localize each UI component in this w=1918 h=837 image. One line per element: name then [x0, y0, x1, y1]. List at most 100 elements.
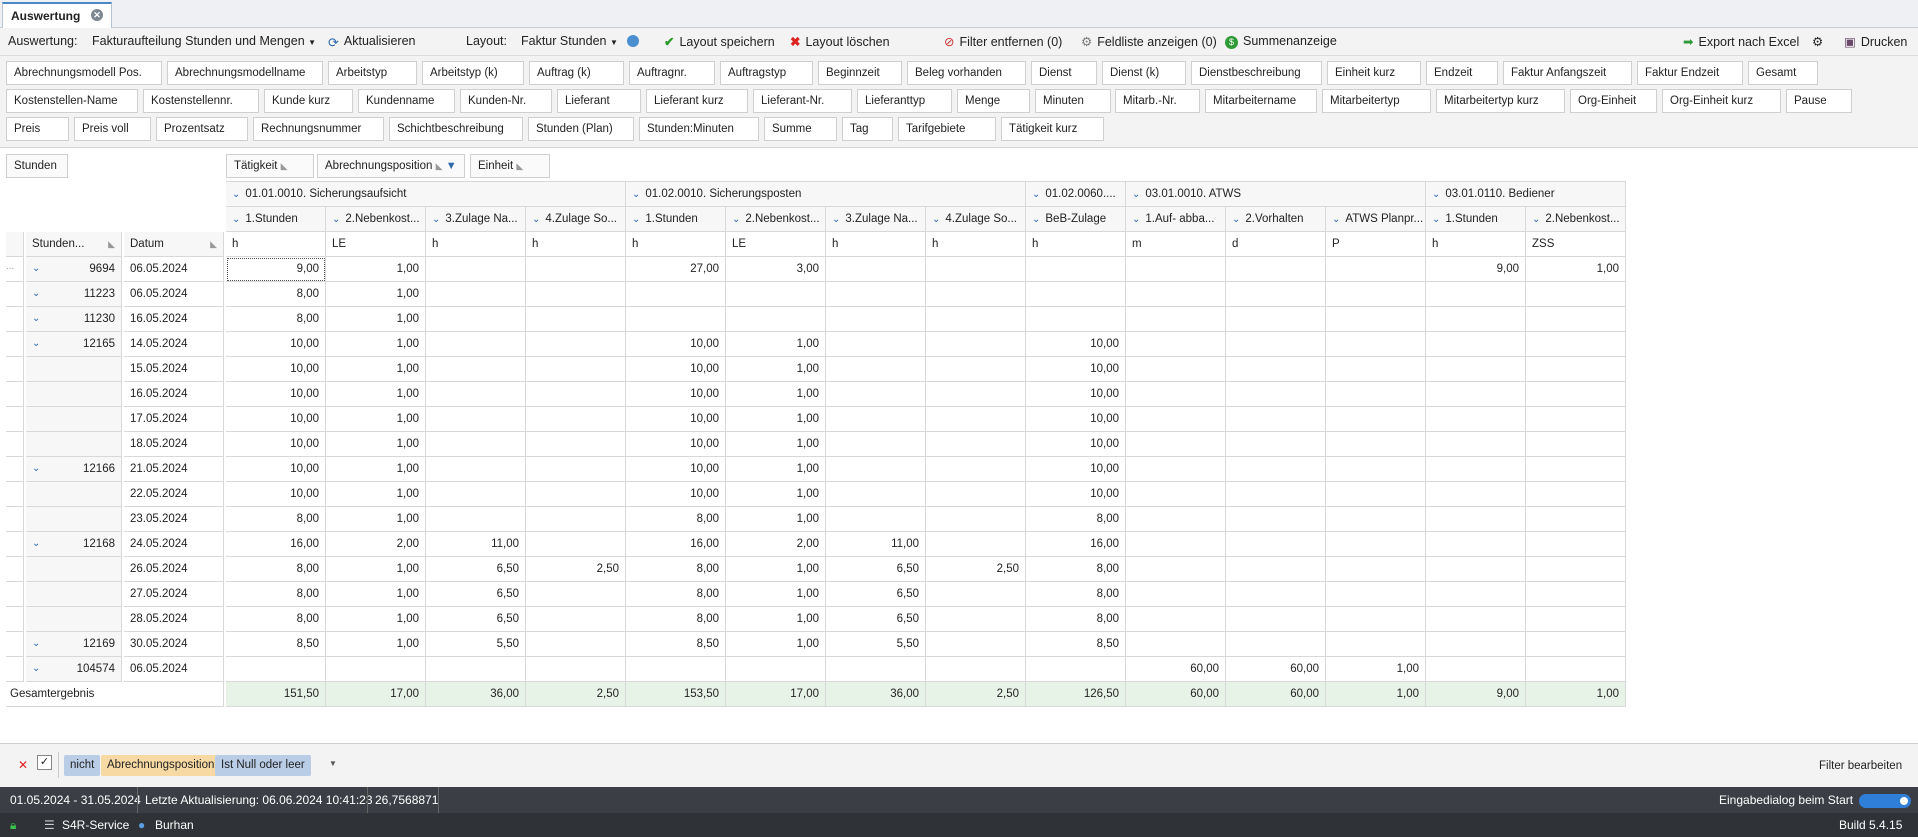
chevron-down-icon[interactable]: ⌄ [432, 214, 440, 225]
value-cell[interactable]: 1,00 [326, 332, 426, 357]
settings-icon[interactable]: ⚙ [1812, 34, 1823, 49]
filter-enabled-checkbox[interactable]: ✓ [37, 755, 52, 770]
value-cell[interactable]: 1,00 [726, 507, 826, 532]
column-header-position[interactable]: ⌄ 1.Stunden [226, 207, 326, 232]
sum-display-button[interactable]: $ Summenanzeige [1225, 34, 1337, 49]
chevron-down-icon[interactable]: ⌄ [832, 214, 840, 225]
value-cell[interactable]: 1,00 [726, 357, 826, 382]
value-cell[interactable]: 6,50 [426, 557, 526, 582]
chevron-down-icon[interactable]: ⌄ [1132, 189, 1140, 200]
row-group-id[interactable]: ⌄ 11223 [26, 282, 122, 307]
value-cell[interactable] [426, 357, 526, 382]
field-chip[interactable]: Mitarbeitertyp kurz [1436, 89, 1565, 113]
value-cell[interactable] [926, 582, 1026, 607]
value-cell[interactable] [1026, 282, 1126, 307]
chevron-down-icon[interactable]: ⌄ [32, 632, 40, 656]
column-group-header[interactable]: ⌄ 01.02.0060.... [1026, 181, 1126, 207]
field-chip[interactable]: Minuten [1035, 89, 1111, 113]
value-cell[interactable]: 1,00 [726, 332, 826, 357]
field-chip[interactable]: Dienstbeschreibung [1191, 61, 1322, 85]
value-cell[interactable] [1426, 282, 1526, 307]
value-cell[interactable] [1426, 632, 1526, 657]
chevron-down-icon[interactable]: ⌄ [332, 214, 340, 225]
value-cell[interactable]: 1,00 [726, 557, 826, 582]
value-cell[interactable] [1126, 507, 1226, 532]
value-cell[interactable]: 11,00 [426, 532, 526, 557]
column-header-position[interactable]: ⌄ ATWS Planpr... [1326, 207, 1426, 232]
value-cell[interactable] [1426, 457, 1526, 482]
chevron-down-icon[interactable]: ⌄ [32, 332, 40, 356]
value-cell[interactable] [1126, 532, 1226, 557]
column-header-position[interactable]: ⌄ 3.Zulage Na... [426, 207, 526, 232]
value-cell[interactable] [1426, 582, 1526, 607]
value-cell[interactable] [926, 332, 1026, 357]
value-cell[interactable] [1126, 332, 1226, 357]
value-cell[interactable] [726, 282, 826, 307]
delete-layout-button[interactable]: ✖ Layout löschen [790, 34, 890, 49]
value-cell[interactable]: 10,00 [626, 432, 726, 457]
field-chip[interactable]: Lieferanttyp [857, 89, 952, 113]
remove-filter-button[interactable]: ⊘ Filter entfernen (0) [944, 34, 1062, 49]
value-cell[interactable] [1326, 257, 1426, 282]
column-header-position[interactable]: ⌄ 2.Vorhalten [1226, 207, 1326, 232]
value-cell[interactable] [726, 307, 826, 332]
chevron-down-icon[interactable]: ⌄ [1132, 214, 1140, 225]
field-chip[interactable]: Tag [842, 117, 893, 141]
field-chip[interactable]: Tätigkeit kurz [1001, 117, 1104, 141]
value-cell[interactable]: 8,00 [226, 557, 326, 582]
value-cell[interactable]: 1,00 [326, 632, 426, 657]
value-cell[interactable]: 16,00 [226, 532, 326, 557]
value-cell[interactable] [1326, 282, 1426, 307]
field-chip[interactable]: Mitarbeitertyp [1322, 89, 1431, 113]
value-cell[interactable] [926, 632, 1026, 657]
clear-filter-icon[interactable]: ✕ [18, 758, 28, 772]
value-cell[interactable]: 10,00 [226, 457, 326, 482]
value-cell[interactable] [526, 307, 626, 332]
value-cell[interactable] [526, 532, 626, 557]
value-cell[interactable] [526, 657, 626, 682]
field-chip[interactable]: Auftragstyp [720, 61, 813, 85]
value-cell[interactable] [526, 432, 626, 457]
value-cell[interactable] [1126, 457, 1226, 482]
value-cell[interactable]: 10,00 [226, 432, 326, 457]
field-chip[interactable]: Rechnungsnummer [253, 117, 384, 141]
field-chip[interactable]: Preis voll [74, 117, 151, 141]
value-cell[interactable] [1326, 332, 1426, 357]
chevron-down-icon[interactable]: ⌄ [1332, 214, 1340, 225]
value-cell[interactable]: 10,00 [1026, 407, 1126, 432]
column-header-position[interactable]: ⌄ 2.Nebenkost... [1526, 207, 1626, 232]
value-cell[interactable] [426, 457, 526, 482]
value-cell[interactable] [1326, 482, 1426, 507]
value-cell[interactable] [1526, 307, 1626, 332]
value-cell[interactable] [226, 657, 326, 682]
field-chip[interactable]: Stunden:Minuten [639, 117, 759, 141]
field-chip[interactable]: Org-Einheit [1570, 89, 1657, 113]
value-cell[interactable] [1326, 457, 1426, 482]
value-cell[interactable] [526, 507, 626, 532]
column-group-header[interactable]: ⌄ 03.01.0110. Bediener [1426, 181, 1626, 207]
value-cell[interactable] [1226, 407, 1326, 432]
value-cell[interactable] [1126, 357, 1226, 382]
value-cell[interactable] [1326, 307, 1426, 332]
chevron-down-icon[interactable]: ⌄ [32, 532, 40, 556]
field-chip[interactable]: Lieferant kurz [646, 89, 748, 113]
filter-operator-token[interactable]: Ist Null oder leer [215, 755, 311, 776]
field-chip[interactable]: Mitarbeitername [1205, 89, 1317, 113]
field-chip[interactable]: Mitarb.-Nr. [1115, 89, 1200, 113]
value-cell[interactable] [926, 282, 1026, 307]
value-cell[interactable] [1526, 457, 1626, 482]
value-cell[interactable] [526, 282, 626, 307]
column-header-position[interactable]: ⌄ 2.Nebenkost... [326, 207, 426, 232]
value-cell[interactable] [926, 507, 1026, 532]
chevron-down-icon[interactable]: ⌄ [32, 307, 40, 331]
value-cell[interactable] [1426, 407, 1526, 432]
field-chip[interactable]: Abrechnungsmodellname [167, 61, 323, 85]
value-cell[interactable]: 10,00 [226, 482, 326, 507]
value-cell[interactable]: 8,50 [626, 632, 726, 657]
value-cell[interactable]: 1,00 [1526, 257, 1626, 282]
value-cell[interactable] [426, 432, 526, 457]
value-cell[interactable]: 6,50 [826, 582, 926, 607]
value-cell[interactable] [1526, 632, 1626, 657]
field-chip[interactable]: Schichtbeschreibung [389, 117, 523, 141]
value-cell[interactable] [1526, 557, 1626, 582]
